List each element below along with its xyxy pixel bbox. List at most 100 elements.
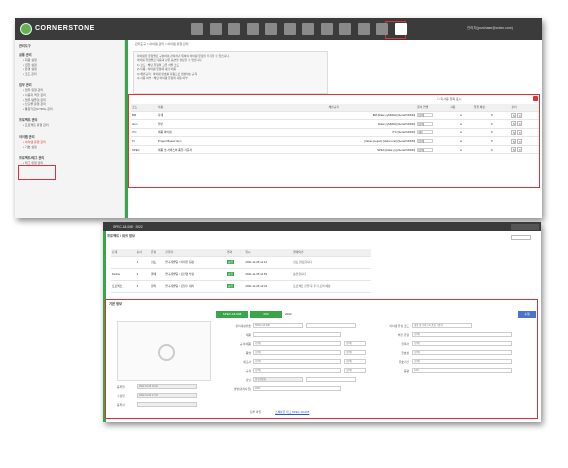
field-input[interactable]: (선택) — [253, 350, 341, 355]
approval-step: Define — [111, 268, 136, 281]
approval-approver: 연구개발팀 / 김철수 대리 — [164, 280, 227, 293]
approval-order: 3 — [135, 280, 150, 293]
breadcrumb: 관리도구 > 아이템 관리 > 아이템 유형 관리 — [135, 42, 189, 46]
approval-header: 단계 — [111, 249, 136, 257]
field-input[interactable]: SPEC-18-008 — [253, 323, 303, 328]
field-input-extra[interactable] — [306, 377, 356, 382]
field-input-extra[interactable] — [306, 323, 356, 328]
field-input[interactable]: (선택) — [412, 350, 512, 355]
image-icon[interactable] — [357, 23, 370, 35]
sidebar-item[interactable]: • 통합기관(CTMS) 관리 — [23, 107, 53, 111]
field-input[interactable]: 2022 — [253, 386, 341, 391]
approval-step: 프로젝트 — [111, 280, 136, 293]
spec-year: 2022 — [285, 312, 292, 316]
approval-approver: 연구개발팀 / 이태현 팀장 — [164, 256, 227, 269]
approval-approver: 연구개발팀 / 김진영 부장 — [164, 268, 227, 281]
calculator-icon[interactable] — [246, 23, 259, 35]
approval-result: 승인 — [226, 280, 245, 293]
sidebar-item[interactable]: • 업무 유형 관리 — [23, 88, 43, 92]
approval-result: 승인 — [226, 256, 245, 269]
field-input[interactable]: (선택) — [253, 359, 341, 364]
field-input[interactable]: (선택) — [253, 368, 341, 373]
sidebar-item[interactable]: • 기본 설정 — [23, 145, 37, 149]
sidebar-item[interactable]: • 회원 설정 — [23, 58, 37, 62]
approval-header: 결재의견 — [292, 249, 371, 257]
sidebar-item[interactable]: • 권한 설정 — [23, 63, 37, 67]
sidebar: 관리도구 공통 관리 • 회원 설정 • 권한 설정 • 환경 설정 • 코드 관리업무… — [15, 40, 125, 218]
no-image-icon — [158, 344, 175, 361]
field-input[interactable]: (선택) — [253, 341, 341, 346]
attach-link[interactable]: 스펙분류 태그 SPEC-18-008 — [275, 410, 309, 414]
spec-code-badge: SPEC-18-008 — [216, 311, 248, 318]
user-info[interactable]: 관리자(purchase@cotec.com) — [467, 26, 513, 31]
field-label: 규격/제품 — [239, 342, 251, 346]
meta-value: 2022-01-06 17:34 — [137, 393, 197, 398]
approval-header: 결과 — [226, 249, 245, 257]
field-input[interactable]: 0.00 — [412, 368, 512, 373]
approval-date: 2021-11-05 11:53 — [244, 268, 293, 281]
highlight-table — [128, 94, 540, 188]
approval-row: Define 2 결재 연구개발팀 / 김진영 부장 승인 2021-11-05 11:5… — [111, 268, 371, 281]
approval-header: 일시 — [244, 249, 293, 257]
project-view-button[interactable] — [511, 235, 531, 240]
field-input[interactable]: 제품 및 서비스의 품질 기준서 — [412, 323, 472, 328]
sidebar-section-title: 프로젝트/태그 관리 — [19, 156, 45, 161]
field-label: 제품 — [245, 333, 251, 337]
field-label: 제조사 — [243, 360, 251, 364]
field-input[interactable]: 연구개발팀 — [253, 377, 303, 382]
box-icon[interactable] — [191, 23, 203, 35]
sidebar-section-title: 업무 관리 — [19, 83, 32, 88]
sidebar-section-title: 프로젝트 관리 — [19, 118, 38, 123]
field-input[interactable]: (선택) — [412, 332, 512, 337]
item-image-placeholder — [117, 321, 211, 381]
chart-icon[interactable] — [265, 23, 277, 35]
section-project-title: 프로젝트 / 워크 정보 — [107, 234, 135, 238]
cart-icon[interactable] — [339, 23, 351, 35]
logo-icon — [20, 23, 32, 35]
sidebar-item[interactable]: • 사용자 역할 관리 — [23, 93, 46, 97]
field-unit-select[interactable]: (선택) — [344, 359, 366, 364]
result-badge: 승인 — [227, 260, 235, 264]
highlight-sidebar-menu — [18, 165, 56, 180]
field-unit-select[interactable]: (선택) — [344, 368, 366, 373]
sidebar-section-title: 아이템 관리 — [19, 135, 35, 139]
field-unit-select[interactable]: (선택) — [344, 350, 366, 355]
approval-date: 2021-11-05 12:01 — [244, 280, 293, 293]
tools-icon[interactable] — [283, 23, 296, 35]
approval-result: 승인 — [226, 268, 245, 281]
approval-header: 진행자 — [164, 249, 227, 257]
field-input[interactable] — [253, 332, 341, 337]
item-detail-window: SPEC-18-008 · 2022 프로젝트 / 워크 정보 단계 순서 유형 진행… — [103, 222, 541, 422]
window-buttons[interactable] — [511, 223, 539, 230]
approval-order: 1 — [135, 256, 150, 269]
result-badge: 승인 — [227, 284, 235, 288]
detail-top-bar — [103, 222, 541, 231]
notice-line: 4) 사용 여부 : 해당 아이템 유형의 사용 여부 — [137, 76, 188, 81]
sidebar-item[interactable]: • 프로젝트 유형 관리 — [23, 123, 49, 127]
field-unit-select[interactable]: (선택) — [344, 341, 366, 346]
approval-comment: 검토 완료합니다 — [292, 256, 371, 269]
sidebar-item[interactable]: • 업무 템플릿 관리 — [23, 98, 46, 102]
sidebar-item[interactable]: • 아이템 유형 관리 — [23, 140, 46, 144]
approval-header: 순서 — [135, 249, 150, 257]
sidebar-title: 관리도구 — [19, 44, 31, 48]
edit-button[interactable]: 수정 — [518, 311, 536, 318]
document-icon[interactable] — [320, 23, 333, 35]
sidebar-section-title: 공통 관리 — [19, 53, 32, 57]
field-input[interactable]: (선택) — [412, 359, 512, 364]
app-logo-text: CORNERSTONE — [35, 25, 95, 32]
field-label: 설명(관리사유) — [233, 387, 251, 391]
admin-user-icon[interactable] — [394, 23, 407, 35]
grid-icon[interactable] — [209, 23, 222, 35]
meta-label: 등록자 — [117, 403, 125, 407]
approval-row: 프로젝트 3 합의 연구개발팀 / 김철수 대리 승인 2021-11-05 12:01 프… — [111, 280, 371, 293]
sidebar-item[interactable]: • 코드 관리 — [23, 72, 37, 76]
sidebar-item[interactable]: • 산출물 유형 관리 — [23, 102, 46, 106]
list-icon[interactable] — [302, 23, 314, 35]
sidebar-item[interactable]: • 환경 설정 — [23, 67, 37, 71]
briefcase-icon[interactable] — [228, 23, 240, 35]
approval-step — [111, 256, 136, 269]
field-input[interactable]: (선택) — [412, 341, 512, 346]
people-icon[interactable] — [376, 23, 388, 35]
field-label: 규격 — [245, 369, 251, 373]
